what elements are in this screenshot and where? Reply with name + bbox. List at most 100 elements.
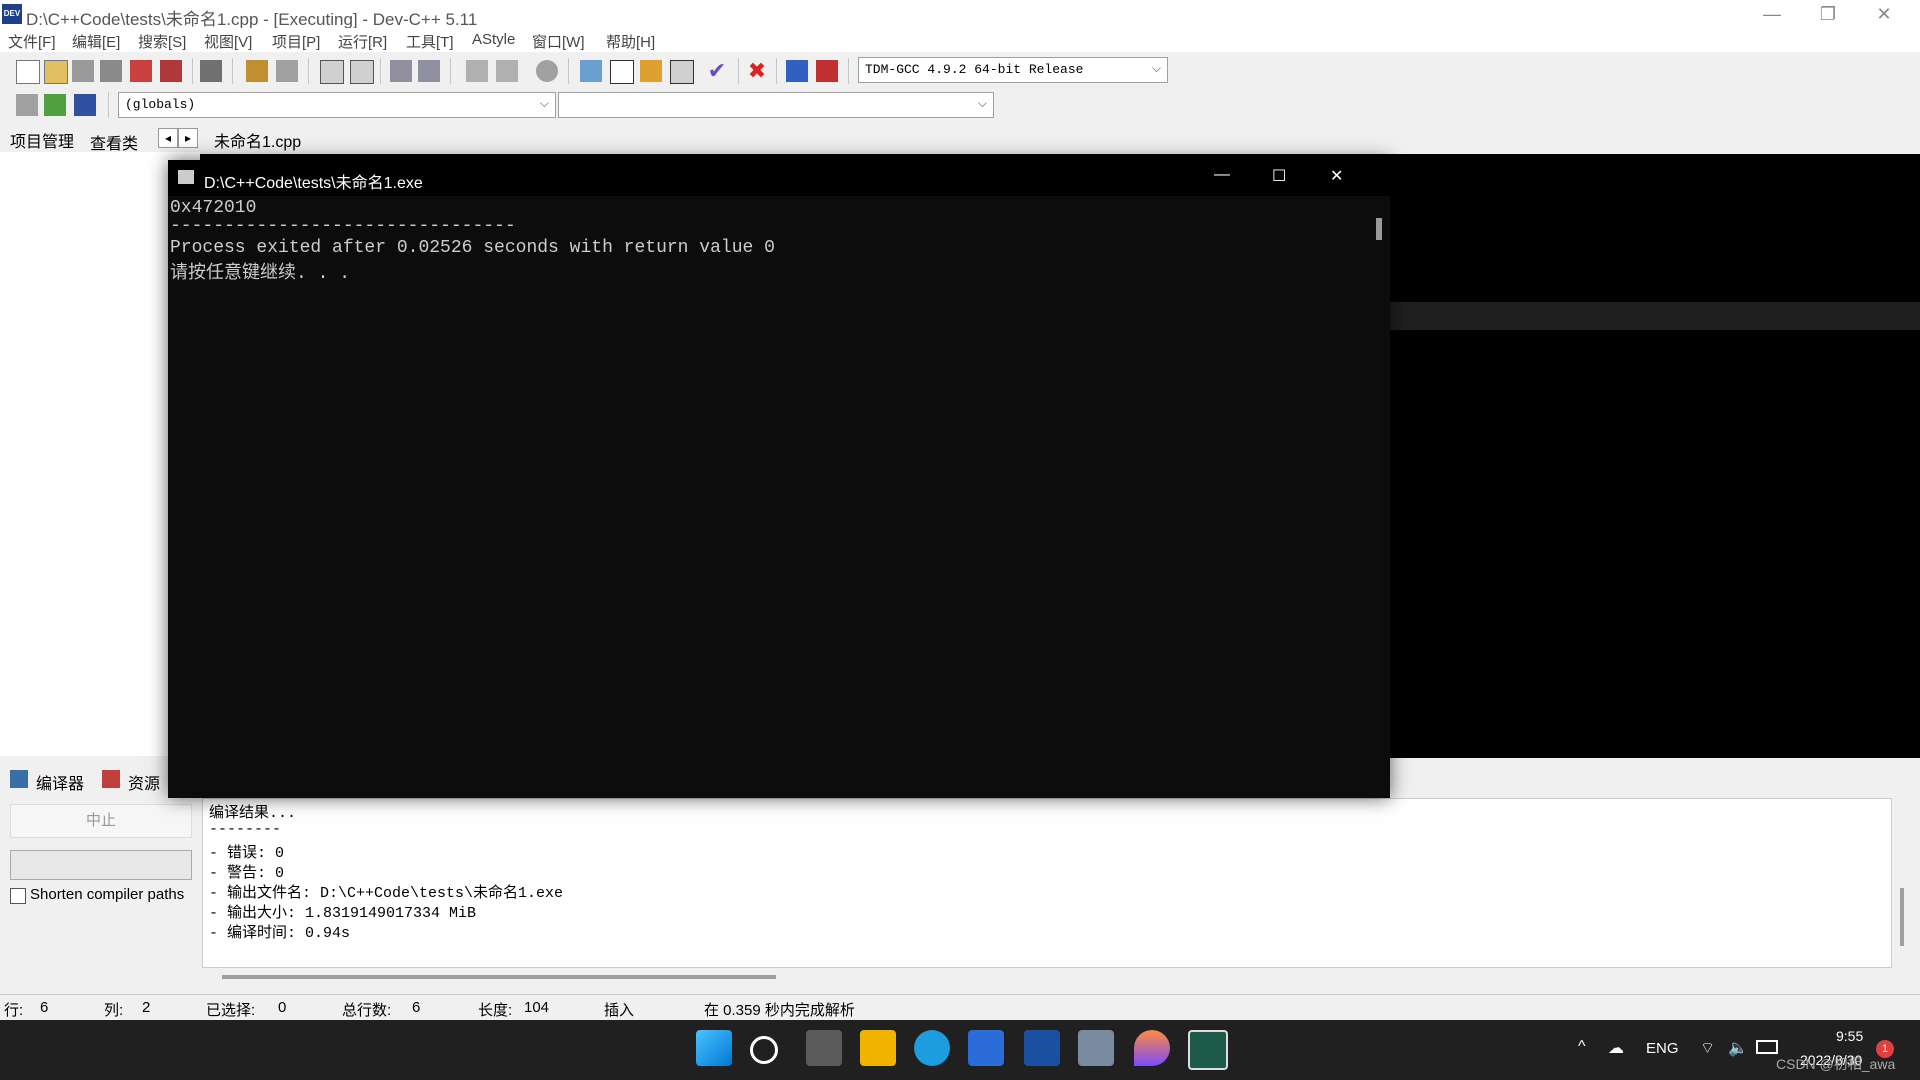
tab-scroll-left-button[interactable]: ◂ (158, 128, 178, 148)
task-view-icon[interactable] (806, 1030, 842, 1066)
close-all-icon[interactable] (160, 60, 182, 82)
console-scrollbar-thumb[interactable] (1376, 218, 1382, 240)
print-icon[interactable] (200, 60, 222, 82)
replace-icon[interactable] (350, 60, 374, 84)
toolbar-separator (308, 58, 309, 84)
menu-bar: 文件[F] 编辑[E] 搜索[S] 视图[V] 项目[P] 运行[R] 工具[T… (0, 28, 1920, 52)
shorten-paths-checkbox[interactable] (10, 888, 26, 904)
store-icon[interactable] (968, 1030, 1004, 1066)
globals-select[interactable]: (globals) ⌵ (118, 92, 556, 118)
console-output[interactable]: 0x472010 -------------------------------… (168, 196, 1368, 796)
toolbar-separator (232, 58, 233, 84)
save-all-icon[interactable] (100, 60, 122, 82)
volume-icon[interactable]: 🔈 (1728, 1038, 1748, 1058)
status-row-value: 6 (40, 999, 49, 1016)
console-maximize-button[interactable]: ☐ (1272, 166, 1286, 186)
tab-resources[interactable]: 资源 (128, 770, 160, 794)
vertical-scrollbar[interactable] (1900, 888, 1904, 946)
restore-button[interactable]: ❐ (1800, 0, 1856, 28)
close-button[interactable]: ✕ (1856, 0, 1912, 28)
app-drop-icon[interactable] (1134, 1030, 1170, 1066)
edge-browser-icon[interactable] (914, 1030, 950, 1066)
menu-edit[interactable]: 编辑[E] (72, 31, 120, 52)
check-syntax-icon[interactable]: ✔ (706, 60, 728, 82)
minimize-button[interactable]: — (1744, 0, 1800, 28)
forward-icon[interactable] (496, 60, 518, 82)
status-parse-time: 在 0.359 秒内完成解析 (704, 1002, 855, 1019)
file-explorer-icon[interactable] (860, 1030, 896, 1066)
tab-compiler[interactable]: 编译器 (36, 770, 84, 794)
compile-run-icon[interactable] (640, 60, 662, 82)
debug-icon[interactable] (816, 60, 838, 82)
status-col-value: 2 (142, 999, 151, 1016)
compile-log-line: - 输出文件名: D:\C++Code\tests\未命名1.exe (209, 885, 564, 902)
menu-search[interactable]: 搜索[S] (138, 31, 186, 52)
toolbar-separator (192, 58, 193, 84)
status-sel-label: 已选择: (206, 1002, 256, 1019)
menu-run[interactable]: 运行[R] (338, 31, 387, 52)
compile-log-line: - 输出大小: 1.8319149017334 MiB (209, 905, 477, 922)
compiler-select[interactable]: TDM-GCC 4.9.2 64-bit Release ⌵ (858, 57, 1168, 83)
rebuild-icon[interactable] (670, 60, 694, 84)
chevron-down-icon: ⌵ (1151, 61, 1161, 75)
undo-icon[interactable] (246, 60, 268, 82)
file-tab[interactable]: 未命名1.cpp (214, 128, 301, 152)
start-icon[interactable] (696, 1030, 732, 1066)
find-icon[interactable] (320, 60, 344, 84)
profile-icon[interactable] (786, 60, 808, 82)
menu-astyle[interactable]: AStyle (472, 31, 515, 48)
close-file-icon[interactable] (130, 60, 152, 82)
devcpp-taskbar-icon[interactable] (1024, 1030, 1060, 1066)
bookmark-icon[interactable] (536, 60, 558, 82)
tab-project-manager[interactable]: 项目管理 (10, 128, 74, 152)
language-indicator[interactable]: ENG (1646, 1040, 1679, 1057)
console-window[interactable]: D:\C++Code\tests\未命名1.exe — ☐ ✕ 0x472010… (168, 160, 1390, 798)
status-col-label: 列: (104, 1002, 124, 1019)
status-sel-value: 0 (278, 999, 287, 1016)
tab-scroll-right-button[interactable]: ▸ (178, 128, 198, 148)
app-taskbar-icon[interactable] (1078, 1030, 1114, 1066)
open-file-icon[interactable] (44, 60, 68, 84)
menu-tools[interactable]: 工具[T] (406, 31, 454, 52)
insert-icon[interactable] (16, 94, 38, 116)
search-icon[interactable] (750, 1036, 778, 1064)
menu-help[interactable]: 帮助[H] (606, 31, 655, 52)
toggle-bookmark-icon[interactable] (74, 94, 96, 116)
back-icon[interactable] (466, 60, 488, 82)
shorten-paths-label: Shorten compiler paths (30, 886, 185, 903)
compile-log-line: - 警告: 0 (209, 865, 285, 882)
save-icon[interactable] (72, 60, 94, 82)
new-file-icon[interactable] (16, 60, 40, 84)
run-icon[interactable] (610, 60, 634, 84)
console-minimize-button[interactable]: — (1214, 166, 1230, 184)
unindent-icon[interactable] (418, 60, 440, 82)
goto-icon[interactable] (44, 94, 66, 116)
indent-icon[interactable] (390, 60, 412, 82)
console-taskbar-icon[interactable] (1188, 1030, 1228, 1070)
compile-log-line: 编译结果... (209, 805, 297, 822)
wifi-icon[interactable]: ⌔ (1700, 1038, 1715, 1058)
stop-button[interactable]: 中止 (10, 804, 192, 838)
horizontal-scrollbar[interactable] (222, 975, 776, 979)
tray-chevron-icon[interactable]: ^ (1578, 1038, 1586, 1056)
compile-icon[interactable] (580, 60, 602, 82)
compile-log[interactable]: 编译结果... -------- - 错误: 0 - 警告: 0 - 输出文件名… (202, 798, 1892, 968)
devcpp-app-icon: DEV (2, 4, 22, 24)
clock-time[interactable]: 9:55 (1836, 1028, 1863, 1044)
function-select[interactable]: ⌵ (558, 92, 994, 118)
editor-tab-bar: ◂ ▸ 未命名1.cpp (158, 124, 1920, 154)
console-title-bar: D:\C++Code\tests\未命名1.exe — ☐ ✕ (168, 160, 1390, 196)
menu-view[interactable]: 视图[V] (204, 31, 252, 52)
tab-class-browser[interactable]: 查看类 (90, 130, 138, 154)
redo-icon[interactable] (276, 60, 298, 82)
chevron-down-icon: ⌵ (539, 96, 549, 110)
stop-execution-icon[interactable]: ✖ (746, 60, 768, 82)
console-app-icon (178, 170, 194, 184)
console-close-button[interactable]: ✕ (1330, 166, 1343, 186)
menu-window[interactable]: 窗口[W] (532, 31, 585, 52)
battery-icon[interactable] (1756, 1040, 1778, 1054)
onedrive-icon[interactable]: ☁ (1608, 1038, 1624, 1058)
menu-file[interactable]: 文件[F] (8, 31, 56, 52)
console-line: 请按任意键继续. . . (170, 264, 351, 284)
menu-project[interactable]: 项目[P] (272, 31, 320, 52)
